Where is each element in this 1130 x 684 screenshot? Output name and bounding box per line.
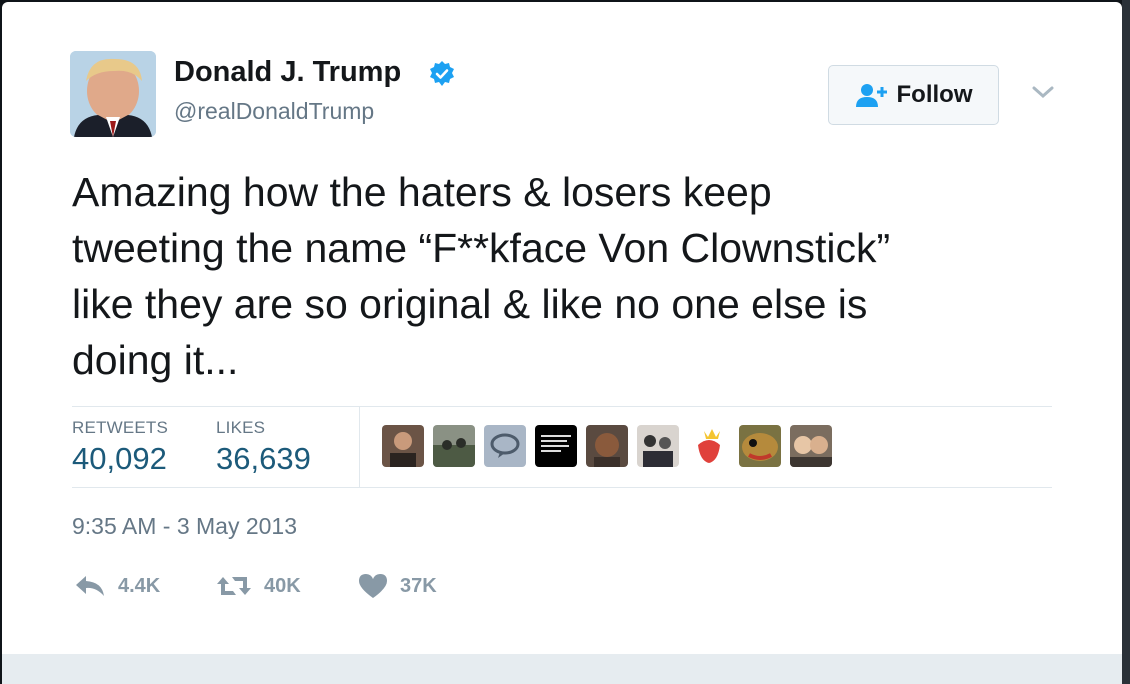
background-edge (1122, 0, 1130, 684)
author-handle[interactable]: @realDonaldTrump (174, 98, 374, 125)
liker-avatar[interactable] (433, 425, 475, 467)
liker-avatar[interactable] (382, 425, 424, 467)
reply-button[interactable]: 4.4K (74, 568, 160, 604)
reply-count: 4.4K (118, 574, 161, 597)
retweets-label[interactable]: RETWEETS (72, 418, 168, 438)
tweet-timestamp[interactable]: 9:35 AM - 3 May 2013 (72, 513, 297, 540)
footer-strip (2, 654, 1122, 684)
divider (72, 487, 1052, 488)
avatar[interactable] (70, 51, 156, 137)
liker-avatar[interactable] (739, 425, 781, 467)
liker-avatar[interactable] (535, 425, 577, 467)
like-button[interactable]: 37K (358, 568, 437, 604)
liker-avatar[interactable] (586, 425, 628, 467)
retweet-icon (217, 577, 251, 595)
retweets-count[interactable]: 40,092 (72, 441, 167, 477)
liker-avatar[interactable] (688, 425, 730, 467)
follow-label: Follow (896, 81, 973, 108)
likes-count[interactable]: 36,639 (216, 441, 311, 477)
divider (72, 406, 1052, 407)
verified-badge-icon (430, 61, 454, 86)
retweet-button[interactable]: 40K (216, 568, 301, 604)
reply-icon (76, 576, 104, 596)
retweet-count: 40K (264, 574, 301, 597)
likes-label[interactable]: LIKES (216, 418, 265, 438)
author-name[interactable]: Donald J. Trump (174, 56, 401, 89)
heart-icon (359, 574, 387, 598)
chevron-down-icon[interactable] (1030, 82, 1056, 102)
liker-avatar[interactable] (484, 425, 526, 467)
follow-button[interactable]: Follow (828, 65, 999, 125)
liker-avatars (382, 425, 832, 467)
liker-avatar[interactable] (637, 425, 679, 467)
tweet-text: Amazing how the haters & losers keep twe… (72, 169, 891, 383)
stats-divider (359, 407, 360, 487)
like-count: 37K (400, 574, 437, 597)
follow-person-icon (855, 84, 887, 107)
liker-avatar[interactable] (790, 425, 832, 467)
